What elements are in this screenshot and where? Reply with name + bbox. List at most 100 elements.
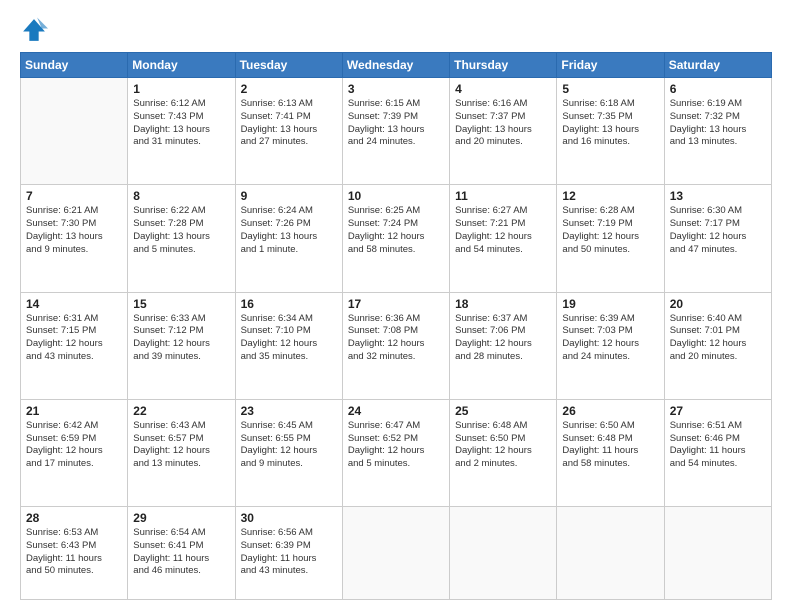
day-number: 25 (455, 404, 551, 418)
day-number: 7 (26, 189, 122, 203)
calendar-cell (342, 507, 449, 600)
day-number: 29 (133, 511, 229, 525)
day-number: 16 (241, 297, 337, 311)
cell-content: Sunrise: 6:36 AMSunset: 7:08 PMDaylight:… (348, 313, 444, 364)
day-number: 6 (670, 82, 766, 96)
day-number: 9 (241, 189, 337, 203)
day-number: 8 (133, 189, 229, 203)
calendar-cell: 30Sunrise: 6:56 AMSunset: 6:39 PMDayligh… (235, 507, 342, 600)
cell-content: Sunrise: 6:28 AMSunset: 7:19 PMDaylight:… (562, 205, 658, 256)
calendar-cell: 7 Sunrise: 6:21 AMSunset: 7:30 PMDaylight… (21, 185, 128, 292)
calendar-week-row: 7 Sunrise: 6:21 AMSunset: 7:30 PMDaylight… (21, 185, 772, 292)
cell-content: Sunrise: 6:13 AMSunset: 7:41 PMDaylight:… (241, 98, 337, 149)
cell-content: Sunrise: 6:54 AMSunset: 6:41 PMDaylight:… (133, 527, 229, 578)
calendar-cell: 5Sunrise: 6:18 AMSunset: 7:35 PMDaylight… (557, 78, 664, 185)
calendar-cell (557, 507, 664, 600)
day-number: 14 (26, 297, 122, 311)
calendar-cell: 2 Sunrise: 6:13 AMSunset: 7:41 PMDaylight… (235, 78, 342, 185)
calendar-cell: 10Sunrise: 6:25 AMSunset: 7:24 PMDayligh… (342, 185, 449, 292)
cell-content: Sunrise: 6:27 AMSunset: 7:21 PMDaylight:… (455, 205, 551, 256)
cell-content: Sunrise: 6:34 AMSunset: 7:10 PMDaylight:… (241, 313, 337, 364)
calendar-cell: 18Sunrise: 6:37 AMSunset: 7:06 PMDayligh… (450, 292, 557, 399)
cell-content: Sunrise: 6:31 AMSunset: 7:15 PMDaylight:… (26, 313, 122, 364)
calendar-cell: 26 Sunrise: 6:50 AMSunset: 6:48 PMDayligh… (557, 399, 664, 506)
day-number: 4 (455, 82, 551, 96)
cell-content: Sunrise: 6:48 AMSunset: 6:50 PMDaylight:… (455, 420, 551, 471)
calendar-week-row: 1 Sunrise: 6:12 AMSunset: 7:43 PMDaylight… (21, 78, 772, 185)
cell-content: Sunrise: 6:40 AMSunset: 7:01 PMDaylight:… (670, 313, 766, 364)
calendar-cell: 13 Sunrise: 6:30 AMSunset: 7:17 PMDayligh… (664, 185, 771, 292)
cell-content: Sunrise: 6:30 AMSunset: 7:17 PMDaylight:… (670, 205, 766, 256)
logo (20, 16, 52, 44)
calendar-cell: 17 Sunrise: 6:36 AMSunset: 7:08 PMDayligh… (342, 292, 449, 399)
calendar-cell: 23 Sunrise: 6:45 AMSunset: 6:55 PMDayligh… (235, 399, 342, 506)
calendar-cell: 9 Sunrise: 6:24 AMSunset: 7:26 PMDaylight… (235, 185, 342, 292)
day-number: 21 (26, 404, 122, 418)
cell-content: Sunrise: 6:21 AMSunset: 7:30 PMDaylight:… (26, 205, 122, 256)
calendar-cell (664, 507, 771, 600)
day-number: 10 (348, 189, 444, 203)
day-number: 11 (455, 189, 551, 203)
day-header-sunday: Sunday (21, 53, 128, 78)
cell-content: Sunrise: 6:24 AMSunset: 7:26 PMDaylight:… (241, 205, 337, 256)
calendar-week-row: 14 Sunrise: 6:31 AMSunset: 7:15 PMDayligh… (21, 292, 772, 399)
day-number: 24 (348, 404, 444, 418)
calendar-cell: 19Sunrise: 6:39 AMSunset: 7:03 PMDayligh… (557, 292, 664, 399)
cell-content: Sunrise: 6:47 AMSunset: 6:52 PMDaylight:… (348, 420, 444, 471)
calendar-cell: 29 Sunrise: 6:54 AMSunset: 6:41 PMDayligh… (128, 507, 235, 600)
calendar-cell: 15 Sunrise: 6:33 AMSunset: 7:12 PMDayligh… (128, 292, 235, 399)
cell-content: Sunrise: 6:16 AMSunset: 7:37 PMDaylight:… (455, 98, 551, 149)
cell-content: Sunrise: 6:33 AMSunset: 7:12 PMDaylight:… (133, 313, 229, 364)
day-number: 27 (670, 404, 766, 418)
calendar-cell: 8Sunrise: 6:22 AMSunset: 7:28 PMDaylight… (128, 185, 235, 292)
calendar-cell: 21Sunrise: 6:42 AMSunset: 6:59 PMDayligh… (21, 399, 128, 506)
day-number: 3 (348, 82, 444, 96)
calendar-cell: 1 Sunrise: 6:12 AMSunset: 7:43 PMDaylight… (128, 78, 235, 185)
cell-content: Sunrise: 6:43 AMSunset: 6:57 PMDaylight:… (133, 420, 229, 471)
day-number: 13 (670, 189, 766, 203)
logo-icon (20, 16, 48, 44)
page: SundayMondayTuesdayWednesdayThursdayFrid… (0, 0, 792, 612)
calendar-cell (21, 78, 128, 185)
day-number: 12 (562, 189, 658, 203)
day-number: 26 (562, 404, 658, 418)
day-number: 23 (241, 404, 337, 418)
cell-content: Sunrise: 6:12 AMSunset: 7:43 PMDaylight:… (133, 98, 229, 149)
calendar-cell: 28 Sunrise: 6:53 AMSunset: 6:43 PMDayligh… (21, 507, 128, 600)
day-number: 17 (348, 297, 444, 311)
day-header-tuesday: Tuesday (235, 53, 342, 78)
day-number: 22 (133, 404, 229, 418)
day-number: 1 (133, 82, 229, 96)
cell-content: Sunrise: 6:50 AMSunset: 6:48 PMDaylight:… (562, 420, 658, 471)
calendar-cell: 12 Sunrise: 6:28 AMSunset: 7:19 PMDayligh… (557, 185, 664, 292)
day-number: 2 (241, 82, 337, 96)
day-header-wednesday: Wednesday (342, 53, 449, 78)
day-number: 19 (562, 297, 658, 311)
day-header-saturday: Saturday (664, 53, 771, 78)
day-number: 15 (133, 297, 229, 311)
calendar-header-row: SundayMondayTuesdayWednesdayThursdayFrid… (21, 53, 772, 78)
calendar-cell: 6Sunrise: 6:19 AMSunset: 7:32 PMDaylight… (664, 78, 771, 185)
cell-content: Sunrise: 6:15 AMSunset: 7:39 PMDaylight:… (348, 98, 444, 149)
cell-content: Sunrise: 6:18 AMSunset: 7:35 PMDaylight:… (562, 98, 658, 149)
cell-content: Sunrise: 6:51 AMSunset: 6:46 PMDaylight:… (670, 420, 766, 471)
day-header-thursday: Thursday (450, 53, 557, 78)
calendar-week-row: 28 Sunrise: 6:53 AMSunset: 6:43 PMDayligh… (21, 507, 772, 600)
calendar-cell: 16 Sunrise: 6:34 AMSunset: 7:10 PMDayligh… (235, 292, 342, 399)
day-number: 18 (455, 297, 551, 311)
calendar-cell: 27 Sunrise: 6:51 AMSunset: 6:46 PMDayligh… (664, 399, 771, 506)
calendar-cell: 22 Sunrise: 6:43 AMSunset: 6:57 PMDayligh… (128, 399, 235, 506)
calendar-cell: 14 Sunrise: 6:31 AMSunset: 7:15 PMDayligh… (21, 292, 128, 399)
day-number: 20 (670, 297, 766, 311)
calendar-cell: 4 Sunrise: 6:16 AMSunset: 7:37 PMDaylight… (450, 78, 557, 185)
cell-content: Sunrise: 6:53 AMSunset: 6:43 PMDaylight:… (26, 527, 122, 578)
day-header-monday: Monday (128, 53, 235, 78)
day-number: 28 (26, 511, 122, 525)
day-header-friday: Friday (557, 53, 664, 78)
cell-content: Sunrise: 6:45 AMSunset: 6:55 PMDaylight:… (241, 420, 337, 471)
calendar-table: SundayMondayTuesdayWednesdayThursdayFrid… (20, 52, 772, 600)
calendar-cell: 20 Sunrise: 6:40 AMSunset: 7:01 PMDayligh… (664, 292, 771, 399)
calendar-cell: 24 Sunrise: 6:47 AMSunset: 6:52 PMDayligh… (342, 399, 449, 506)
calendar-week-row: 21Sunrise: 6:42 AMSunset: 6:59 PMDayligh… (21, 399, 772, 506)
calendar-cell: 3 Sunrise: 6:15 AMSunset: 7:39 PMDaylight… (342, 78, 449, 185)
